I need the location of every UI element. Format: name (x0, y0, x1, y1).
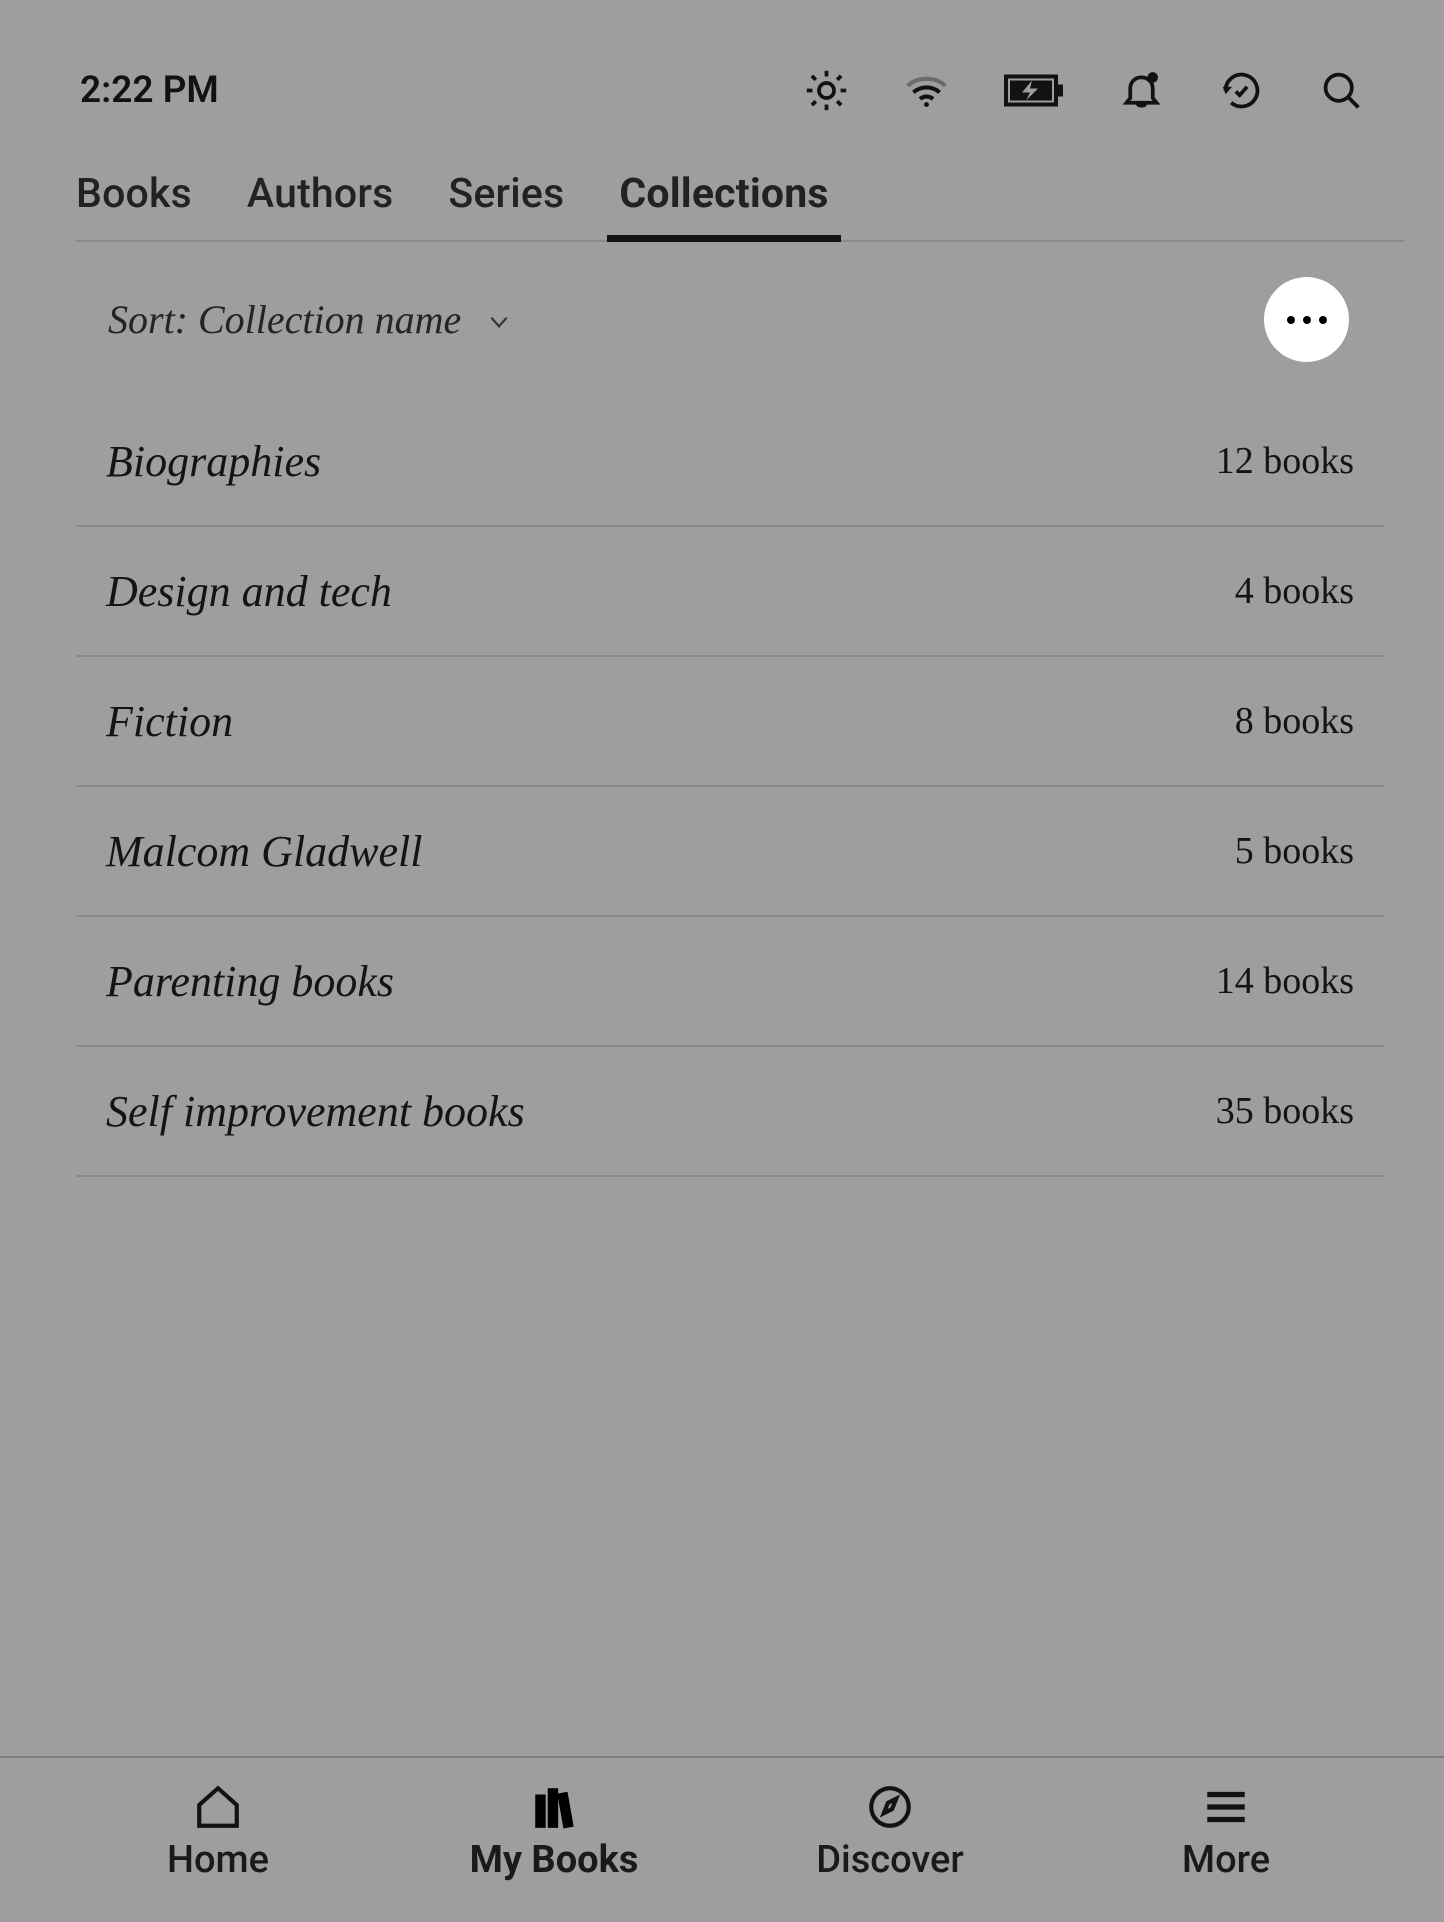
wifi-icon[interactable] (904, 68, 949, 113)
tab-series[interactable]: Series (448, 150, 564, 240)
collection-count: 35 books (1216, 1089, 1354, 1133)
collection-count: 8 books (1235, 699, 1354, 743)
nav-more[interactable]: More (1058, 1786, 1394, 1882)
search-icon[interactable] (1319, 68, 1364, 113)
status-time: 2:22 PM (80, 69, 219, 112)
nav-label: Discover (816, 1838, 964, 1882)
battery-charging-icon[interactable] (1004, 68, 1064, 113)
compass-icon (865, 1786, 915, 1828)
collection-row[interactable]: Design and tech 4 books (76, 527, 1384, 657)
collection-name: Design and tech (106, 566, 392, 617)
library-tabs: Books Authors Series Collections (76, 150, 1404, 242)
status-bar: 2:22 PM (0, 0, 1444, 150)
sort-label: Sort: Collection name (108, 296, 461, 343)
notifications-icon[interactable] (1119, 68, 1164, 113)
collection-count: 5 books (1235, 829, 1354, 873)
collection-row[interactable]: Malcom Gladwell 5 books (76, 787, 1384, 917)
collection-count: 4 books (1235, 569, 1354, 613)
collection-row[interactable]: Biographies 12 books (76, 397, 1384, 527)
sort-row: Sort: Collection name (0, 242, 1444, 397)
collection-name: Fiction (106, 696, 233, 747)
collection-row[interactable]: Parenting books 14 books (76, 917, 1384, 1047)
collection-name: Parenting books (106, 956, 394, 1007)
collections-list: Biographies 12 books Design and tech 4 b… (76, 397, 1384, 1177)
status-icons (804, 68, 1364, 113)
nav-label: My Books (470, 1838, 639, 1882)
nav-label: Home (167, 1838, 269, 1882)
nav-label: More (1182, 1838, 1270, 1882)
brightness-icon[interactable] (804, 68, 849, 113)
sort-button[interactable]: Sort: Collection name (108, 296, 512, 343)
collection-count: 14 books (1216, 959, 1354, 1003)
tab-books[interactable]: Books (76, 150, 192, 240)
collection-row[interactable]: Fiction 8 books (76, 657, 1384, 787)
collection-name: Malcom Gladwell (106, 826, 423, 877)
more-icon (1287, 316, 1295, 324)
nav-discover[interactable]: Discover (722, 1786, 1058, 1882)
menu-icon (1201, 1786, 1251, 1828)
more-options-button[interactable] (1264, 277, 1349, 362)
books-icon (529, 1786, 579, 1828)
collection-name: Biographies (106, 436, 321, 487)
nav-home[interactable]: Home (50, 1786, 386, 1882)
nav-my-books[interactable]: My Books (386, 1786, 722, 1882)
sync-icon[interactable] (1219, 68, 1264, 113)
collection-row[interactable]: Self improvement books 35 books (76, 1047, 1384, 1177)
bottom-nav: Home My Books Discover Mor (0, 1756, 1444, 1922)
tab-collections[interactable]: Collections (619, 150, 828, 240)
collection-name: Self improvement books (106, 1086, 525, 1137)
chevron-down-icon (486, 309, 512, 335)
collection-count: 12 books (1216, 439, 1354, 483)
tab-authors[interactable]: Authors (247, 150, 393, 240)
home-icon (193, 1786, 243, 1828)
